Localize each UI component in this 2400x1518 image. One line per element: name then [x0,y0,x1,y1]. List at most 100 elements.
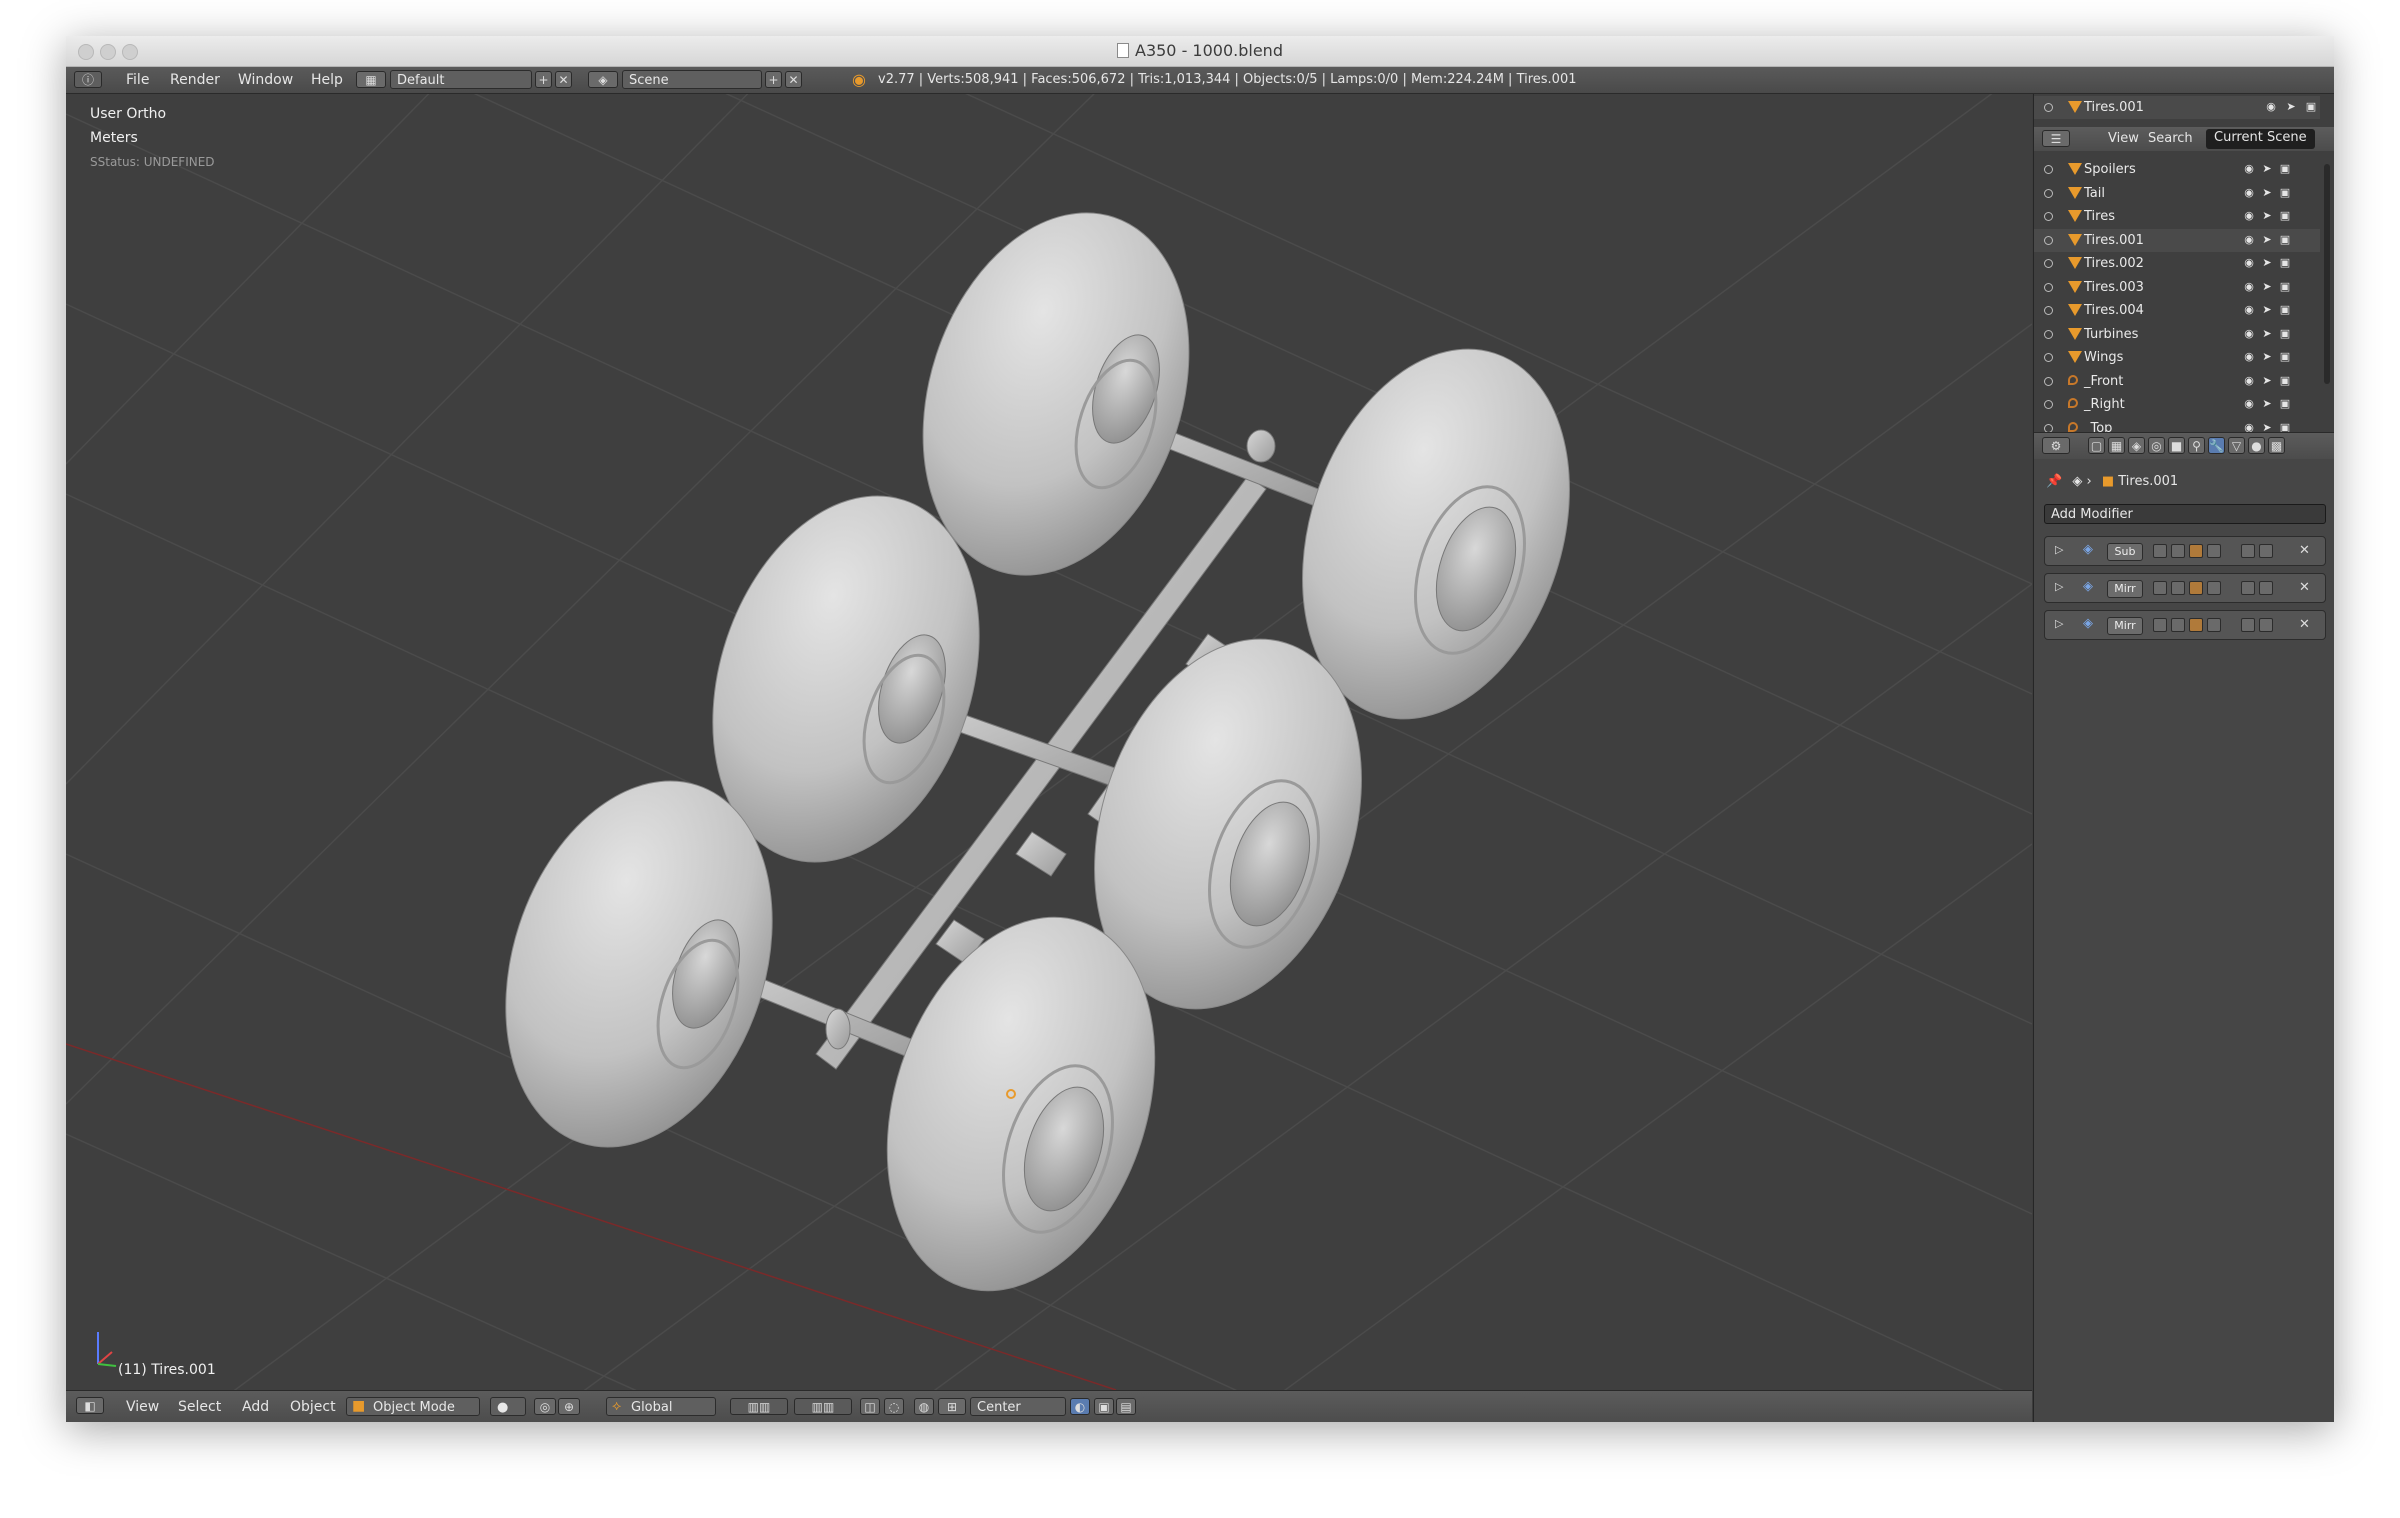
render-camera-icon[interactable]: ▣ [2278,350,2292,364]
selectable-arrow-icon[interactable]: ➤ [2260,280,2274,294]
modifier-name[interactable]: Sub [2107,543,2143,561]
layers-group-a[interactable]: ▥▥ [730,1398,788,1415]
pivot-center-select[interactable]: Center [970,1397,1066,1416]
tab-view[interactable]: View [2108,131,2139,146]
scene-icon[interactable]: ◈ [588,71,618,88]
expand-icon[interactable] [2044,188,2053,198]
outliner-item[interactable]: _Right ◉ ➤ ▣ [2034,393,2320,416]
move-up-icon[interactable] [2241,618,2255,632]
editmode-toggle-icon[interactable] [2189,581,2203,595]
selectable-arrow-icon[interactable]: ➤ [2260,397,2274,411]
orientation-select[interactable]: Global [606,1397,716,1416]
opengl-anim-icon[interactable]: ▤ [1116,1398,1136,1415]
menu-window[interactable]: Window [238,72,293,88]
delete-screen-button[interactable]: ✕ [555,71,572,88]
proportional-edit-icon[interactable]: ◍ [914,1398,934,1415]
remove-modifier-icon[interactable]: ✕ [2299,580,2310,595]
properties-editor-type-button[interactable]: ⚙ [2042,437,2070,454]
render-layers-tab-icon[interactable]: ▦ [2108,437,2125,454]
move-up-icon[interactable] [2241,544,2255,558]
opengl-render-icon[interactable]: ▣ [1094,1398,1114,1415]
screen-layout-icon[interactable]: ▦ [356,71,386,88]
world-tab-icon[interactable]: ◎ [2148,437,2165,454]
editor-type-3d-button[interactable]: ◧ [76,1397,104,1414]
modifier-name[interactable]: Mirr [2107,580,2143,598]
move-down-icon[interactable] [2259,544,2273,558]
manipulator-icon[interactable]: ⊕ [558,1398,580,1415]
menu-view[interactable]: View [126,1399,159,1415]
modifier-name[interactable]: Mirr [2107,617,2143,635]
outliner-item[interactable]: Turbines ◉ ➤ ▣ [2034,323,2320,346]
expand-icon[interactable] [2044,235,2053,245]
selectable-arrow-icon[interactable]: ➤ [2260,256,2274,270]
outliner-item[interactable]: Tires.002 ◉ ➤ ▣ [2034,252,2320,275]
modifiers-tab-icon[interactable]: 🔧 [2208,437,2225,454]
selectable-arrow-icon[interactable]: ➤ [2260,374,2274,388]
snap-icon[interactable]: ⊞ [938,1398,966,1415]
editmode-toggle-icon[interactable] [2189,618,2203,632]
pin-icon[interactable]: 📌 [2046,474,2062,489]
outliner-item[interactable]: Wings ◉ ➤ ▣ [2034,346,2320,369]
render-layer-icon[interactable]: ◌ [884,1398,904,1415]
render-camera-icon[interactable]: ▣ [2278,397,2292,411]
visibility-eye-icon[interactable]: ◉ [2264,100,2278,114]
visibility-eye-icon[interactable]: ◉ [2242,303,2256,317]
scene-tab-icon[interactable]: ◈ [2128,437,2145,454]
move-down-icon[interactable] [2259,581,2273,595]
move-up-icon[interactable] [2241,581,2255,595]
menu-render[interactable]: Render [170,72,220,88]
mode-select[interactable]: Object Mode [346,1397,480,1416]
render-camera-icon[interactable]: ▣ [2278,209,2292,223]
constraints-tab-icon[interactable]: ⚲ [2188,437,2205,454]
cage-toggle-icon[interactable] [2207,618,2221,632]
visibility-eye-icon[interactable]: ◉ [2242,256,2256,270]
visibility-eye-icon[interactable]: ◉ [2242,233,2256,247]
outliner-scrollbar[interactable] [2324,164,2330,384]
tab-search[interactable]: Search [2148,131,2193,146]
data-tab-icon[interactable]: ▽ [2228,437,2245,454]
visibility-eye-icon[interactable]: ◉ [2242,374,2256,388]
visibility-eye-icon[interactable]: ◉ [2242,186,2256,200]
modifier-panel[interactable]: ▷ ◈ Sub ✕ [2044,536,2326,566]
expand-triangle-icon[interactable]: ▷ [2055,580,2063,593]
add-scene-button[interactable]: + [765,71,782,88]
editmode-toggle-icon[interactable] [2189,544,2203,558]
visibility-eye-icon[interactable]: ◉ [2242,397,2256,411]
selectable-arrow-icon[interactable]: ➤ [2260,209,2274,223]
outliner-item[interactable]: Spoilers ◉ ➤ ▣ [2034,158,2320,181]
expand-icon[interactable] [2044,306,2053,315]
visibility-eye-icon[interactable]: ◉ [2242,280,2256,294]
selectable-arrow-icon[interactable]: ➤ [2260,186,2274,200]
modifier-panel[interactable]: ▷ ◈ Mirr ✕ [2044,610,2326,640]
render-tab-icon[interactable]: ▢ [2088,437,2105,454]
selectable-arrow-icon[interactable]: ➤ [2284,100,2298,114]
cage-toggle-icon[interactable] [2207,544,2221,558]
visibility-eye-icon[interactable]: ◉ [2242,162,2256,176]
visibility-eye-icon[interactable]: ◉ [2242,209,2256,223]
render-camera-icon[interactable]: ▣ [2278,256,2292,270]
editor-type-info-button[interactable]: ⓘ [74,71,102,88]
render-camera-icon[interactable]: ▣ [2278,280,2292,294]
delete-scene-button[interactable]: ✕ [785,71,802,88]
screen-layout-select[interactable]: Default [390,70,532,89]
layers-group-b[interactable]: ▥▥ [794,1398,852,1415]
menu-help[interactable]: Help [311,72,343,88]
menu-add[interactable]: Add [242,1399,269,1415]
expand-triangle-icon[interactable]: ▷ [2055,617,2063,630]
expand-icon[interactable] [2044,259,2053,268]
3d-viewport[interactable]: User Ortho Meters SStatus: UNDEFINED (11… [66,94,2032,1390]
render-camera-icon[interactable]: ▣ [2304,100,2318,114]
add-screen-button[interactable]: + [535,71,552,88]
outliner-item[interactable]: _Front ◉ ➤ ▣ [2034,370,2320,393]
visibility-eye-icon[interactable]: ◉ [2242,327,2256,341]
menu-select[interactable]: Select [178,1399,221,1415]
material-tab-icon[interactable]: ● [2248,437,2265,454]
lock-layers-icon[interactable]: ◫ [860,1398,880,1415]
cage-toggle-icon[interactable] [2207,581,2221,595]
snap-target-icon[interactable]: ◐ [1070,1398,1090,1415]
remove-modifier-icon[interactable]: ✕ [2299,617,2310,632]
render-camera-icon[interactable]: ▣ [2278,233,2292,247]
render-camera-icon[interactable]: ▣ [2278,327,2292,341]
add-modifier-button[interactable]: Add Modifier [2044,504,2326,524]
move-down-icon[interactable] [2259,618,2273,632]
